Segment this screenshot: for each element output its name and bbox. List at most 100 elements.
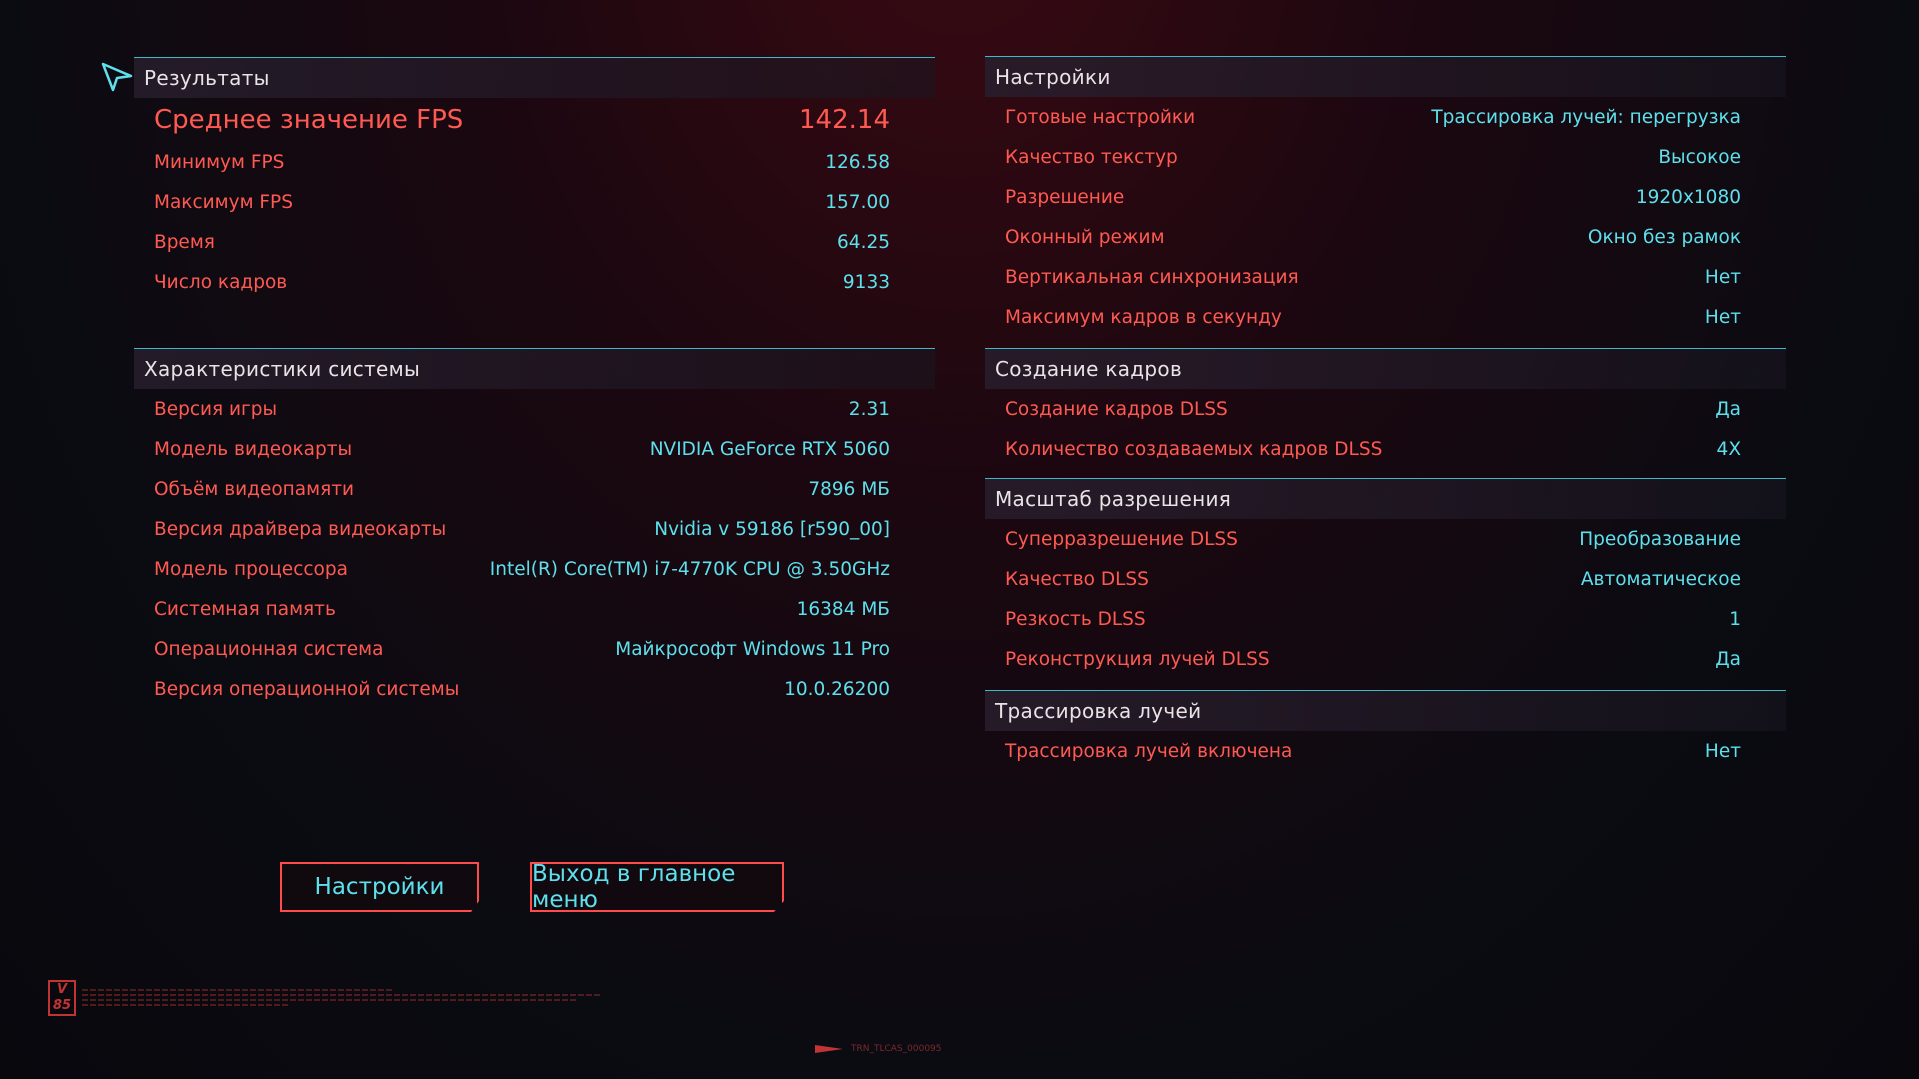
legal-fine-print [82,986,602,1016]
vram-value: 7896 МБ [808,478,890,500]
ram-value: 16384 МБ [796,598,890,620]
max-fps-value: 157.00 [825,191,890,213]
os-version-value: 10.0.26200 [784,678,890,700]
settings-panel: Настройки Готовые настройки Трассировка … [985,56,1786,337]
dlss-rr-row: Реконструкция лучей DLSS Да [985,639,1786,679]
dlss-fg-count-label: Количество создаваемых кадров DLSS [1005,438,1383,460]
dlss-quality-row: Качество DLSS Автоматическое [985,559,1786,599]
dlss-sr-row: Суперразрешение DLSS Преобразование [985,519,1786,559]
dlss-sharpness-row: Резкость DLSS 1 [985,599,1786,639]
logo-badge: V 85 [48,980,76,1016]
min-fps-label: Минимум FPS [154,151,285,173]
scaling-header: Масштаб разрешения [985,478,1786,519]
cursor-arrow-icon [101,62,133,92]
settings-button[interactable]: Настройки [280,862,479,912]
rt-enabled-value: Нет [1704,740,1741,762]
frame-gen-panel: Создание кадров Создание кадров DLSS Да … [985,348,1786,469]
vsync-label: Вертикальная синхронизация [1005,266,1299,288]
cpu-row: Модель процессора Intel(R) Core(TM) i7-4… [134,549,935,589]
system-panel: Характеристики системы Версия игры 2.31 … [134,348,935,709]
os-version-label: Версия операционной системы [154,678,460,700]
rt-enabled-label: Трассировка лучей включена [1005,740,1293,762]
avg-fps-row: Среднее значение FPS 142.14 [134,98,935,142]
dlss-fg-row: Создание кадров DLSS Да [985,389,1786,429]
side-decor-text [30,450,40,640]
dlss-sharpness-label: Резкость DLSS [1005,608,1146,630]
scaling-panel: Масштаб разрешения Суперразрешение DLSS … [985,478,1786,679]
resolution-value: 1920x1080 [1635,186,1741,208]
vsync-value: Нет [1704,266,1741,288]
texture-value: Высокое [1658,146,1741,168]
vram-row: Объём видеопамяти 7896 МБ [134,469,935,509]
preset-value: Трассировка лучей: перегрузка [1431,106,1741,128]
max-fps-limit-value: Нет [1704,306,1741,328]
frames-value: 9133 [842,271,890,293]
results-title: Результаты [144,66,270,90]
results-panel: Результаты Среднее значение FPS 142.14 М… [134,57,935,302]
avg-fps-value: 142.14 [799,105,890,135]
gpu-model-value: NVIDIA GeForce RTX 5060 [649,438,890,460]
frame-gen-header: Создание кадров [985,348,1786,389]
cpu-label: Модель процессора [154,558,348,580]
max-fps-limit-row: Максимум кадров в секунду Нет [985,297,1786,337]
max-fps-limit-label: Максимум кадров в секунду [1005,306,1282,328]
min-fps-row: Минимум FPS 126.58 [134,142,935,182]
resolution-row: Разрешение 1920x1080 [985,177,1786,217]
cpu-value: Intel(R) Core(TM) i7-4770K CPU @ 3.50GHz [489,558,890,580]
driver-row: Версия драйвера видеокарты Nvidia v 5918… [134,509,935,549]
os-value: Майкрософт Windows 11 Pro [615,638,890,660]
texture-label: Качество текстур [1005,146,1178,168]
vsync-row: Вертикальная синхронизация Нет [985,257,1786,297]
settings-title: Настройки [995,65,1111,89]
min-fps-value: 126.58 [825,151,890,173]
raytracing-title: Трассировка лучей [995,699,1202,723]
max-fps-label: Максимум FPS [154,191,293,213]
max-fps-row: Максимум FPS 157.00 [134,182,935,222]
dlss-rr-label: Реконструкция лучей DLSS [1005,648,1270,670]
dlss-quality-value: Автоматическое [1580,568,1741,590]
bottom-tag-text: TRN_TLCAS_000095 [851,1044,942,1054]
os-version-row: Версия операционной системы 10.0.26200 [134,669,935,709]
os-label: Операционная система [154,638,384,660]
texture-row: Качество текстур Высокое [985,137,1786,177]
ram-row: Системная память 16384 МБ [134,589,935,629]
preset-label: Готовые настройки [1005,106,1196,128]
game-version-label: Версия игры [154,398,278,420]
raytracing-header: Трассировка лучей [985,690,1786,731]
frame-gen-title: Создание кадров [995,357,1183,381]
scaling-title: Масштаб разрешения [995,487,1232,511]
gpu-model-label: Модель видеокарты [154,438,353,460]
game-version-row: Версия игры 2.31 [134,389,935,429]
gpu-model-row: Модель видеокарты NVIDIA GeForce RTX 506… [134,429,935,469]
avg-fps-label: Среднее значение FPS [154,105,464,135]
rt-enabled-row: Трассировка лучей включена Нет [985,731,1786,771]
time-value: 64.25 [837,231,890,253]
dlss-fg-count-value: 4X [1716,438,1741,460]
vram-label: Объём видеопамяти [154,478,354,500]
preset-row: Готовые настройки Трассировка лучей: пер… [985,97,1786,137]
window-mode-row: Оконный режим Окно без рамок [985,217,1786,257]
dlss-quality-label: Качество DLSS [1005,568,1149,590]
dlss-sr-value: Преобразование [1579,528,1741,550]
window-mode-value: Окно без рамок [1587,226,1741,248]
dlss-sharpness-value: 1 [1729,608,1741,630]
exit-main-menu-button[interactable]: Выход в главное меню [530,862,784,912]
system-title: Характеристики системы [144,357,421,381]
settings-header: Настройки [985,56,1786,97]
system-header: Характеристики системы [134,348,935,389]
dlss-fg-label: Создание кадров DLSS [1005,398,1228,420]
window-mode-label: Оконный режим [1005,226,1165,248]
dlss-fg-value: Да [1715,398,1741,420]
frames-row: Число кадров 9133 [134,262,935,302]
dlss-fg-count-row: Количество создаваемых кадров DLSS 4X [985,429,1786,469]
results-header: Результаты [134,57,935,98]
frames-label: Число кадров [154,271,288,293]
raytracing-panel: Трассировка лучей Трассировка лучей вклю… [985,690,1786,771]
driver-label: Версия драйвера видеокарты [154,518,447,540]
driver-value: Nvidia v 59186 [r590_00] [654,518,890,540]
time-row: Время 64.25 [134,222,935,262]
tag-arrow-icon [815,1045,843,1053]
dlss-sr-label: Суперразрешение DLSS [1005,528,1238,550]
game-version-value: 2.31 [848,398,890,420]
bottom-tag: TRN_TLCAS_000095 [815,1044,942,1054]
